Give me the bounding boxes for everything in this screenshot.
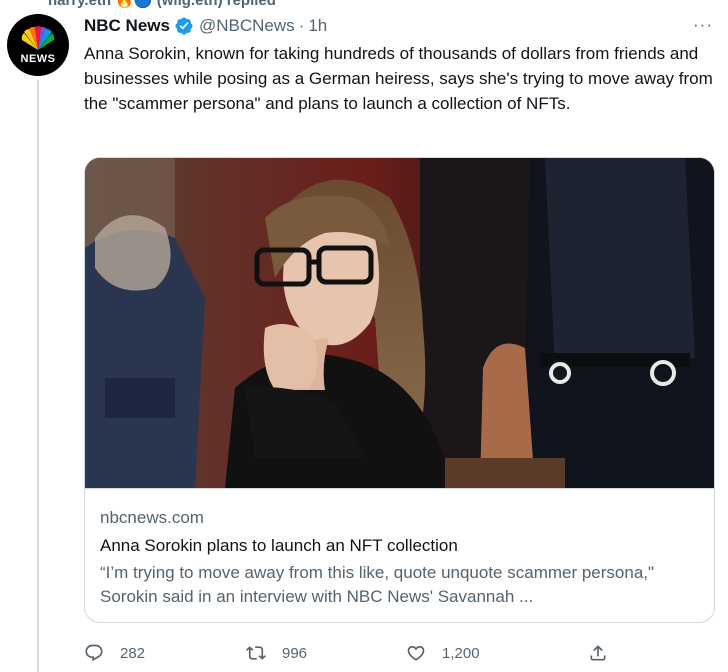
card-image[interactable] [85, 158, 714, 488]
reply-button[interactable]: 282 [84, 643, 246, 663]
card-description: “I’m trying to move away from this like,… [100, 563, 655, 606]
verified-badge-icon [175, 17, 193, 35]
card-title: Anna Sorokin plans to launch an NFT coll… [100, 536, 458, 555]
separator-dot: · [298, 16, 305, 35]
handle[interactable]: @NBCNews [199, 16, 295, 36]
social-context-text: harry.eth 🔥🔵 (wilg.eth) replied [48, 0, 276, 9]
avatar-text: NEWS [20, 52, 56, 65]
action-bar: 282 996 1,200 [84, 638, 624, 668]
more-icon: ··· [693, 15, 713, 34]
card-meta[interactable]: nbcnews.com Anna Sorokin plans to launch… [85, 488, 714, 622]
retweet-count: 996 [282, 644, 308, 662]
social-context[interactable]: harry.eth 🔥🔵 (wilg.eth) replied [48, 0, 276, 9]
card-domain: nbcnews.com [100, 508, 204, 527]
avatar[interactable]: NEWS [7, 14, 69, 76]
timestamp[interactable]: 1h [308, 16, 327, 36]
heart-icon [407, 645, 425, 661]
tweet-text: Anna Sorokin, known for taking hundreds … [84, 44, 713, 113]
share-button[interactable] [588, 643, 608, 663]
like-button[interactable]: 1,200 [406, 643, 588, 663]
peacock-logo-icon [21, 25, 55, 50]
retweet-icon [246, 646, 266, 660]
tweet-header: NBC News @NBCNews · 1h [84, 15, 327, 37]
display-name[interactable]: NBC News [84, 16, 170, 36]
reply-count: 282 [120, 644, 146, 662]
link-card[interactable]: nbcnews.com Anna Sorokin plans to launch… [84, 157, 715, 623]
like-count: 1,200 [442, 644, 480, 662]
retweet-button[interactable]: 996 [246, 643, 406, 663]
reply-icon [85, 644, 103, 662]
share-icon [590, 645, 606, 661]
more-options-button[interactable]: ··· [690, 12, 716, 38]
news-photo [85, 158, 714, 488]
thread-line [37, 80, 39, 672]
